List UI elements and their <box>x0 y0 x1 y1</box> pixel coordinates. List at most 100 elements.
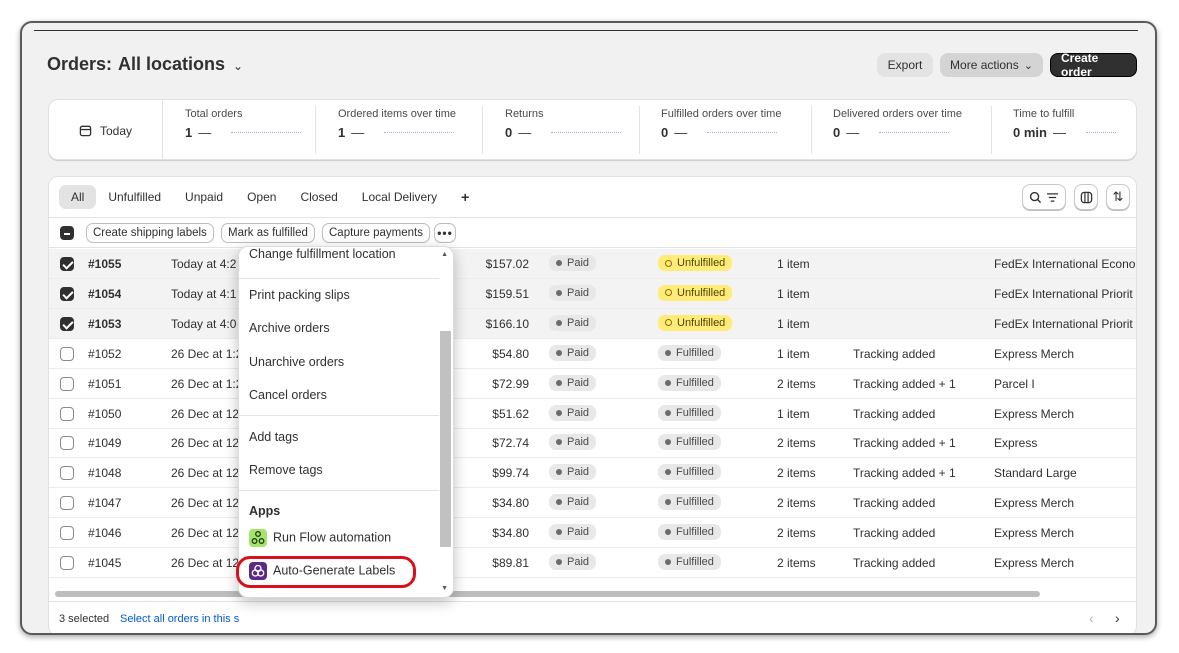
menu-add-tags[interactable]: Add tags <box>249 430 298 444</box>
metric-delivered-orders[interactable]: Delivered orders over time 0 — <box>811 108 991 152</box>
tab-local-delivery[interactable]: Local Delivery <box>350 185 449 209</box>
select-all-orders-link[interactable]: Select all orders in this s <box>120 613 242 625</box>
sort-button[interactable]: ⇅ <box>1106 184 1130 210</box>
search-filter-button[interactable] <box>1022 184 1066 210</box>
order-id[interactable]: #1050 <box>88 407 121 421</box>
row-checkbox[interactable] <box>60 316 74 331</box>
more-actions-button[interactable]: More actions ⌄ <box>940 53 1043 77</box>
order-id[interactable]: #1047 <box>88 496 121 510</box>
row-checkbox[interactable] <box>60 257 74 271</box>
row-checkbox[interactable] <box>60 406 74 421</box>
order-id[interactable]: #1045 <box>88 556 121 570</box>
status-dot-icon <box>556 319 562 326</box>
row-checkbox[interactable] <box>60 466 74 481</box>
order-id[interactable]: #1055 <box>88 257 121 271</box>
filter-icon <box>1047 192 1058 202</box>
table-row[interactable]: #1053 Today at 4:0 $166.10 Paid Unfulfilled 1… <box>49 308 1136 339</box>
row-checkbox[interactable] <box>60 436 74 451</box>
payment-status-label: Paid <box>567 556 590 568</box>
columns-button[interactable] <box>1074 184 1098 210</box>
order-id[interactable]: #1046 <box>88 526 121 540</box>
selection-count: 3 selected <box>59 613 110 625</box>
delivery-method: Standard Large <box>994 466 1077 481</box>
row-checkbox[interactable] <box>60 526 74 541</box>
status-dot-icon <box>556 260 562 266</box>
fulfillment-status-badge: Fulfilled <box>658 524 721 541</box>
menu-divider <box>239 415 439 416</box>
table-footer: 3 selected Select all orders in this s ‹… <box>49 601 1136 633</box>
table-row[interactable]: #1052 26 Dec at 1:2 $54.80 Paid Fulfilled 1 i… <box>49 339 1136 369</box>
metric-fulfilled-orders[interactable]: Fulfilled orders over time 0 — <box>639 108 811 152</box>
sparkline <box>879 132 950 133</box>
order-id[interactable]: #1049 <box>88 436 121 450</box>
metric-ordered-items[interactable]: Ordered items over time 1 — <box>316 108 483 152</box>
menu-run-flow-automation[interactable]: Run Flow automation <box>249 529 391 547</box>
create-shipping-labels-button[interactable]: Create shipping labels <box>86 223 214 243</box>
table-row[interactable]: #1048 26 Dec at 12 $99.74 Paid Fulfilled 2 it… <box>49 458 1136 489</box>
add-view-button[interactable]: + <box>449 184 481 210</box>
row-checkbox[interactable] <box>60 286 74 301</box>
metric-total-orders[interactable]: Total orders 1 — <box>163 108 316 152</box>
chevron-left-icon[interactable]: ‹ <box>1089 610 1094 626</box>
tab-open[interactable]: Open <box>235 185 288 209</box>
metric-time-to-fulfill[interactable]: Time to fulfill 0 min — <box>991 108 1136 152</box>
chevron-right-icon[interactable]: › <box>1115 610 1120 626</box>
tab-unfulfilled[interactable]: Unfulfilled <box>96 185 173 209</box>
export-button[interactable]: Export <box>877 53 933 77</box>
fulfillment-status-label: Fulfilled <box>676 346 714 359</box>
table-row[interactable]: #1046 26 Dec at 12 $34.80 Paid Fulfilled 2 it… <box>49 518 1136 549</box>
table-row[interactable]: #1050 26 Dec at 12 $51.62 Paid Fulfilled 1 it… <box>49 399 1136 429</box>
status-dot-icon <box>556 499 562 506</box>
status-ring-icon <box>665 259 672 267</box>
title-label: Orders: <box>47 54 113 74</box>
table-row[interactable]: #1047 26 Dec at 12 $34.80 Paid Fulfilled 2 it… <box>49 488 1136 519</box>
mark-as-fulfilled-button[interactable]: Mark as fulfilled <box>221 223 315 243</box>
menu-change-fulfillment-location[interactable]: Change fulfillment location <box>249 247 396 261</box>
menu-scrollbar[interactable] <box>440 331 451 547</box>
menu-cancel-orders[interactable]: Cancel orders <box>249 388 327 402</box>
menu-print-packing-slips[interactable]: Print packing slips <box>249 288 350 302</box>
more-bulk-actions-button[interactable]: ••• <box>434 223 456 243</box>
payment-status-label: Paid <box>567 376 590 389</box>
capture-payments-button[interactable]: Capture payments <box>322 223 430 243</box>
row-checkbox[interactable] <box>60 556 74 570</box>
order-id[interactable]: #1054 <box>88 287 121 301</box>
highlight-annotation <box>236 556 416 588</box>
page-title[interactable]: Orders: All locations ⌄ <box>47 54 243 75</box>
row-checkbox[interactable] <box>60 496 74 511</box>
metric-returns[interactable]: Returns 0 — <box>483 108 639 152</box>
status-dot-icon <box>665 469 671 476</box>
date-range-picker[interactable]: Today <box>49 100 163 159</box>
table-row[interactable]: #1049 26 Dec at 12 $72.74 Paid Fulfilled 2 it… <box>49 428 1136 459</box>
sparkline <box>231 132 302 133</box>
sparkline <box>384 132 455 133</box>
table-row[interactable]: #1054 Today at 4:1 $159.51 Paid Unfulfilled 1… <box>49 278 1136 309</box>
metric-trend: — <box>1052 125 1066 140</box>
status-dot-icon <box>556 529 562 536</box>
table-row[interactable]: #1055 Today at 4:2 $157.02 Paid Unfulfilled 1… <box>49 249 1136 279</box>
menu-archive-orders[interactable]: Archive orders <box>249 321 330 335</box>
table-row[interactable]: #1045 26 Dec at 12 $89.81 Paid Fulfilled 2 it… <box>49 548 1136 578</box>
order-id[interactable]: #1048 <box>88 466 121 480</box>
tab-all[interactable]: All <box>59 185 97 209</box>
scroll-up-icon[interactable]: ▲ <box>441 251 448 258</box>
sparkline <box>551 132 622 133</box>
menu-remove-tags[interactable]: Remove tags <box>249 463 323 477</box>
create-order-button[interactable]: Create order <box>1050 51 1137 79</box>
scroll-down-icon[interactable]: ▼ <box>441 585 448 592</box>
order-id[interactable]: #1051 <box>88 377 121 391</box>
row-checkbox[interactable] <box>60 346 74 361</box>
tab-closed[interactable]: Closed <box>288 185 349 209</box>
row-checkbox[interactable] <box>60 376 74 391</box>
tab-unpaid[interactable]: Unpaid <box>173 185 235 209</box>
horizontal-scrollbar[interactable] <box>55 591 1040 597</box>
order-id[interactable]: #1053 <box>88 317 121 331</box>
order-date: 26 Dec at 12 <box>171 496 240 511</box>
order-id[interactable]: #1052 <box>88 347 121 361</box>
select-all-checkbox[interactable] <box>60 226 74 240</box>
payment-status-badge: Paid <box>549 464 597 481</box>
metric-label: Ordered items over time <box>338 108 456 120</box>
payment-status-badge: Paid <box>549 255 597 271</box>
menu-unarchive-orders[interactable]: Unarchive orders <box>249 355 344 369</box>
table-row[interactable]: #1051 26 Dec at 1:2 $72.99 Paid Fulfilled 2 i… <box>49 369 1136 399</box>
